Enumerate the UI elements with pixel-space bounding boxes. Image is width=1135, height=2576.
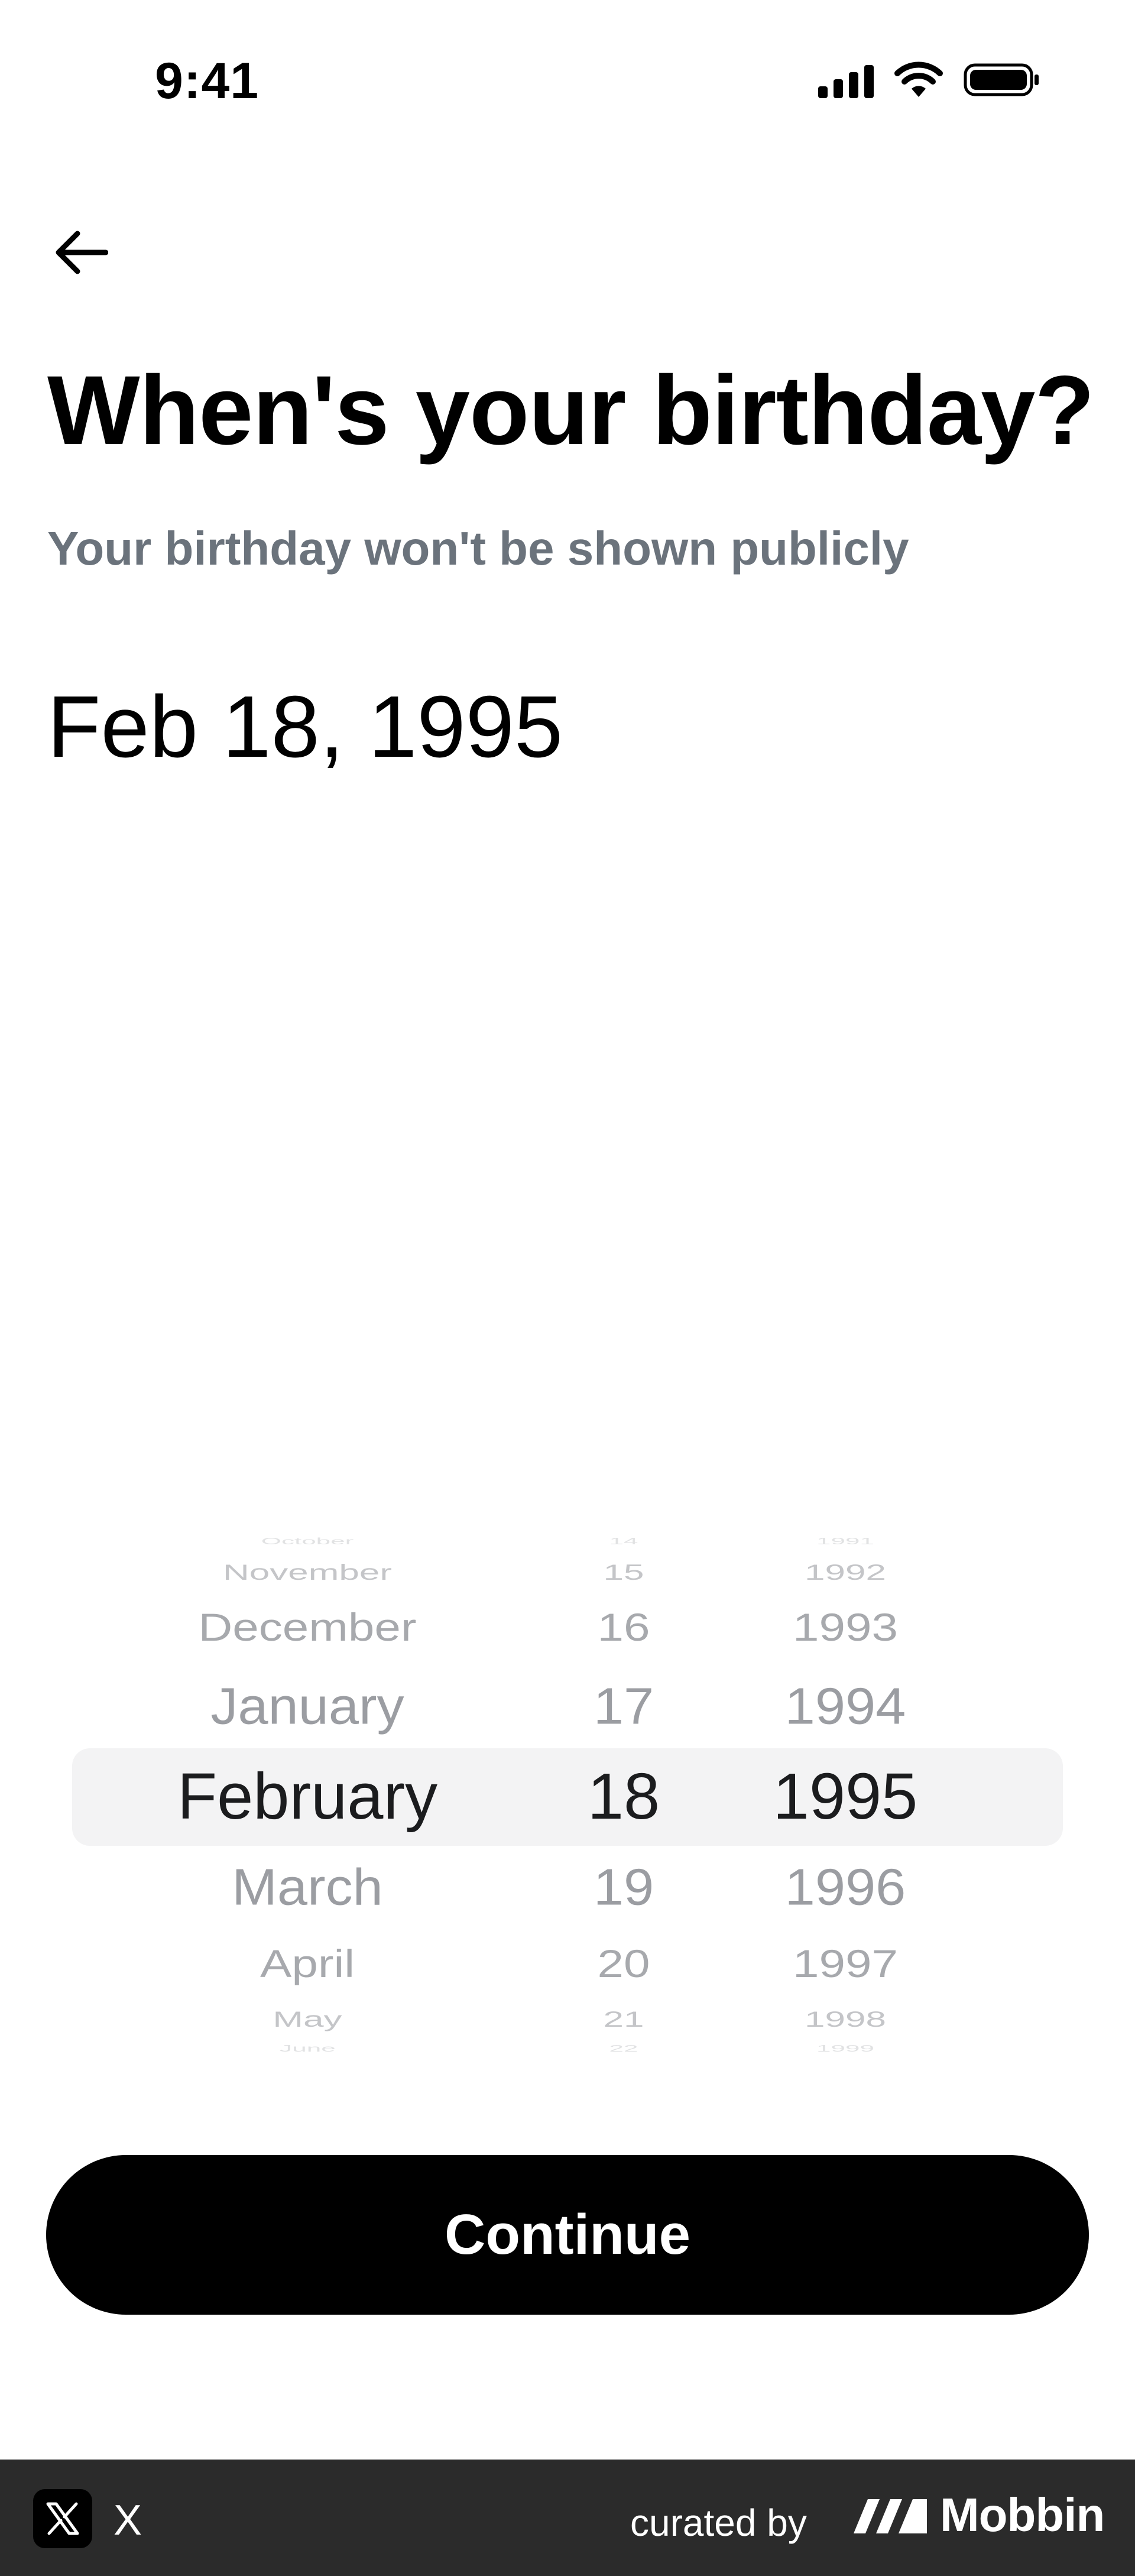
picker-month-option[interactable]: March <box>232 1861 383 1913</box>
picker-day-option[interactable]: 22 <box>609 2044 638 2052</box>
picker-day-option[interactable]: 15 <box>604 1561 644 1583</box>
picker-year-option[interactable]: 1996 <box>785 1861 906 1913</box>
footer-brand-name: Mobbin <box>940 2488 1105 2541</box>
picker-month-option[interactable]: April <box>260 1945 355 1984</box>
picker-month-option[interactable]: June <box>279 2044 335 2052</box>
date-picker[interactable]: October 14 1991 November 15 1992 Decembe… <box>0 1531 1135 2052</box>
footer-curated-label: curated by <box>630 2502 807 2544</box>
status-bar: 9:41 <box>0 0 1135 171</box>
cellular-signal-icon <box>818 61 874 98</box>
picker-month-option[interactable]: November <box>223 1561 392 1583</box>
picker-day-option[interactable]: 21 <box>604 2008 644 2030</box>
arrow-left-icon <box>56 231 108 274</box>
page-subtitle: Your birthday won't be shown publicly <box>47 522 909 575</box>
picker-year-option[interactable]: 1991 <box>816 1537 874 1545</box>
picker-day-selected[interactable]: 18 <box>588 1764 660 1829</box>
picker-month-option[interactable]: December <box>198 1608 416 1647</box>
picker-day-option[interactable]: 19 <box>594 1861 654 1913</box>
footer-brand: Mobbin <box>851 2488 1105 2542</box>
battery-icon <box>964 63 1039 96</box>
picker-month-selected[interactable]: February <box>177 1764 437 1829</box>
footer-bar: X curated by Mobbin <box>0 2460 1135 2576</box>
status-icons <box>818 61 1040 98</box>
picker-year-option[interactable]: 1994 <box>785 1680 906 1732</box>
continue-button[interactable]: Continue <box>46 2155 1089 2315</box>
picker-day-option[interactable]: 14 <box>609 1537 638 1545</box>
picker-year-selected[interactable]: 1995 <box>773 1764 918 1829</box>
mobbin-logo-icon <box>854 2499 927 2533</box>
x-logo-icon <box>33 2489 92 2548</box>
picker-month-option[interactable]: May <box>273 2008 342 2030</box>
picker-day-option[interactable]: 16 <box>598 1608 650 1647</box>
status-time: 9:41 <box>155 53 260 109</box>
picker-day-option[interactable]: 20 <box>598 1945 650 1984</box>
picker-year-option[interactable]: 1993 <box>793 1608 898 1647</box>
page-title: When's your birthday? <box>47 356 1095 465</box>
picker-year-option[interactable]: 1998 <box>805 2008 886 2030</box>
selected-date-field[interactable]: Feb 18, 1995 <box>47 677 563 777</box>
wifi-icon <box>894 61 943 97</box>
footer-app-name: X <box>114 2497 142 2544</box>
picker-month-option[interactable]: October <box>261 1537 354 1545</box>
picker-year-option[interactable]: 1999 <box>816 2044 874 2052</box>
picker-month-option[interactable]: January <box>210 1680 404 1732</box>
picker-year-option[interactable]: 1997 <box>793 1945 898 1984</box>
picker-day-option[interactable]: 17 <box>594 1680 654 1732</box>
back-button[interactable] <box>48 220 114 285</box>
picker-year-option[interactable]: 1992 <box>805 1561 886 1583</box>
